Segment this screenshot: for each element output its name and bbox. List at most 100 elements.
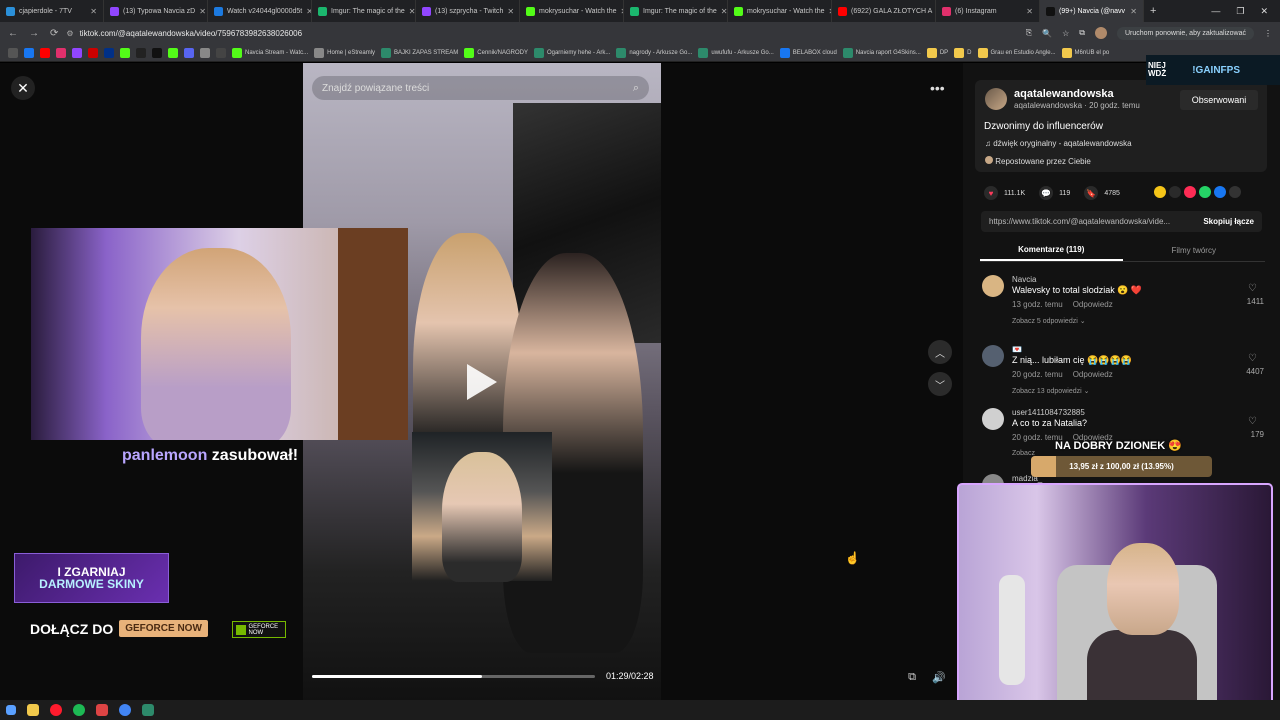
comment-author[interactable]: user1411084732885	[1012, 408, 1085, 417]
bookmark-item[interactable]: BELABOX cloud	[779, 47, 837, 58]
bookmark-item[interactable]: nagrody - Arkusze Go...	[616, 47, 692, 58]
bookmark-item[interactable]: DP	[926, 47, 948, 58]
mail-icon[interactable]	[200, 47, 210, 58]
spotify-icon[interactable]	[73, 704, 85, 716]
extensions-icon[interactable]: ⧉	[1079, 28, 1085, 38]
reload-icon[interactable]: ⟳	[50, 28, 58, 39]
bookmark-item[interactable]: Navcia Stream - Watc...	[232, 47, 308, 58]
browser-tab[interactable]: Watch v24044gl0000d5t✕	[208, 0, 312, 22]
view-replies-button[interactable]: Zobacz 5 odpowiedzi ⌄	[1012, 317, 1086, 325]
browser-tab[interactable]: (6922) GALA ZŁOTYCH A✕	[832, 0, 936, 22]
heart-icon[interactable]: ♥	[984, 186, 998, 200]
browser-tab[interactable]: (13) szprycha - Twitch ✕	[416, 0, 520, 22]
share-link[interactable]: https://www.tiktok.com/@aqatalewandowska…	[989, 217, 1170, 226]
tab-comments[interactable]: Komentarze (119)	[980, 240, 1123, 261]
browser-tab[interactable]: cjapierdole - 7TV ✕	[0, 0, 104, 22]
file-explorer-icon[interactable]	[27, 704, 39, 716]
profile-avatar[interactable]	[1094, 27, 1107, 39]
comment-icon[interactable]: 💬	[1039, 186, 1054, 200]
twitch-icon[interactable]	[72, 47, 82, 58]
bookmark-item[interactable]: M6nUB el po	[1061, 47, 1109, 58]
comment-like-icon[interactable]: ♡	[1248, 416, 1257, 427]
minimize-icon[interactable]: —	[1211, 6, 1220, 17]
comment-author[interactable]: Navcia	[1012, 275, 1036, 284]
menu-icon[interactable]: ⋮	[1264, 29, 1272, 38]
close-window-icon[interactable]: ✕	[1260, 6, 1268, 17]
bookmark-icon[interactable]: 🔖	[1084, 186, 1099, 200]
terminal-icon[interactable]	[142, 704, 154, 716]
tab-close-icon[interactable]: ✕	[90, 7, 97, 16]
browser-tab[interactable]: Imgur: The magic of the ✕	[624, 0, 728, 22]
bookmark-item[interactable]: Ogarniemy hehe - Ark...	[533, 47, 610, 58]
bookmark-item[interactable]: D	[954, 47, 972, 58]
update-button[interactable]: Uruchom ponownie, aby zaktualizować	[1116, 26, 1254, 40]
facebook-icon[interactable]	[1214, 186, 1226, 198]
repost-icon[interactable]	[1154, 186, 1166, 198]
copy-link-button[interactable]: Skopiuj łącze	[1203, 217, 1262, 226]
comment-avatar[interactable]	[982, 275, 1004, 297]
send-icon[interactable]	[1184, 186, 1196, 198]
chevron-down-icon[interactable]: ﹀	[928, 372, 952, 396]
url-field[interactable]: tiktok.com/@aqatalewandowska/video/75967…	[80, 29, 303, 38]
browser-tab[interactable]: mokrysuchar - Watch the✕	[520, 0, 624, 22]
install-icon[interactable]: ⎘	[1026, 28, 1032, 38]
comment-like-icon[interactable]: ♡	[1248, 283, 1257, 294]
play-icon[interactable]	[467, 364, 497, 400]
comment-avatar[interactable]	[982, 345, 1004, 367]
paypal-icon[interactable]	[104, 47, 114, 58]
bookmark-item[interactable]: uwufufu - Arkusze Go...	[698, 47, 774, 58]
tab-close-icon[interactable]: ✕	[409, 7, 415, 16]
bookmark-item[interactable]: Cennik/NAGRODY	[464, 47, 528, 58]
comment-like-icon[interactable]: ♡	[1248, 353, 1257, 364]
author-username[interactable]: aqatalewandowska	[1014, 88, 1114, 100]
comment-avatar[interactable]	[982, 408, 1004, 430]
chrome-icon[interactable]	[119, 704, 131, 716]
new-tab-icon[interactable]: +	[1144, 5, 1162, 17]
tab-close-icon[interactable]: ✕	[1026, 7, 1033, 16]
tab-close-icon[interactable]: ✕	[507, 7, 514, 16]
embed-icon[interactable]	[1169, 186, 1181, 198]
app-icon[interactable]	[96, 704, 108, 716]
youtube-icon[interactable]	[88, 47, 98, 58]
whatsapp-icon[interactable]	[1199, 186, 1211, 198]
back-icon[interactable]: ←	[8, 28, 18, 39]
browser-tab[interactable]: mokrysuchar - Watch the✕	[728, 0, 832, 22]
apps-icon[interactable]	[8, 47, 18, 58]
avatar[interactable]	[985, 88, 1007, 110]
kick-icon[interactable]	[168, 47, 178, 58]
tab-close-icon[interactable]: ✕	[199, 7, 206, 16]
start-icon[interactable]	[6, 705, 16, 715]
browser-tab[interactable]: (6) Instagram ✕	[936, 0, 1040, 22]
kick-icon[interactable]	[120, 47, 130, 58]
tab-close-icon[interactable]: ✕	[721, 7, 727, 16]
reply-button[interactable]: Odpowiedz	[1073, 370, 1113, 379]
close-icon[interactable]: ✕	[11, 76, 35, 100]
browser-tab[interactable]: (13) Typowa Navcia zD ✕	[104, 0, 208, 22]
x-icon[interactable]	[136, 47, 146, 58]
tip-icon[interactable]	[216, 47, 226, 58]
share-icon[interactable]	[1229, 186, 1241, 198]
site-info-icon[interactable]: ⚙	[66, 29, 73, 38]
browser-tab[interactable]: (99+) Navcia (@navv ✕	[1040, 0, 1144, 22]
volume-icon[interactable]: 🔊	[930, 668, 948, 686]
maximize-icon[interactable]: ❐	[1236, 6, 1244, 17]
bookmark-star-icon[interactable]: ☆	[1062, 29, 1069, 38]
more-options-icon[interactable]: •••	[930, 80, 945, 96]
browser-tab[interactable]: Imgur: The magic of the ✕	[312, 0, 416, 22]
search-icon[interactable]: ⌕	[633, 82, 639, 95]
follow-button[interactable]: Obserwowani	[1180, 90, 1258, 110]
instagram-icon[interactable]	[56, 47, 66, 58]
zoom-icon[interactable]: 🔍	[1042, 29, 1052, 38]
tab-creator-videos[interactable]: Filmy twórcy	[1123, 240, 1266, 261]
video-progress[interactable]	[312, 675, 595, 678]
bookmark-item[interactable]: Grau en Estudio Angle...	[977, 47, 1056, 58]
chevron-up-icon[interactable]: ︿	[928, 340, 952, 364]
bookmark-item[interactable]: BAJKI ZAPAS STREAM	[381, 47, 458, 58]
bookmark-item[interactable]: Navcia raport G4Skins...	[842, 47, 921, 58]
music-line[interactable]: ♫ dźwięk oryginalny - aqatalewandowska	[985, 139, 1132, 148]
comment-author[interactable]: 💌	[1012, 345, 1022, 354]
youtube-icon[interactable]	[40, 47, 50, 58]
reply-button[interactable]: Odpowiedz	[1073, 300, 1113, 309]
floating-player-icon[interactable]: ⧉	[903, 668, 921, 686]
tab-close-icon[interactable]: ✕	[1130, 7, 1137, 16]
